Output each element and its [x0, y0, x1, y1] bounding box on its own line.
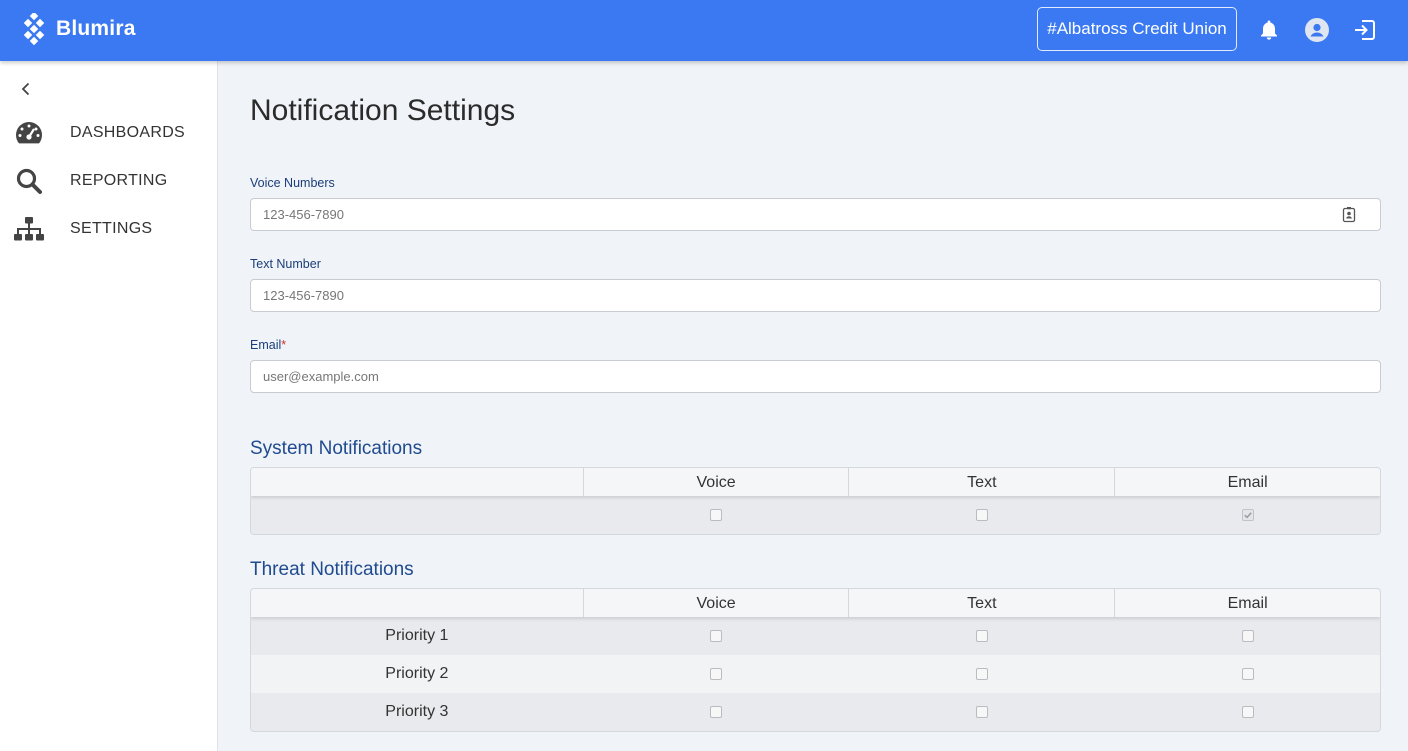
user-avatar-icon[interactable] — [1304, 17, 1330, 43]
row-label: Priority 3 — [385, 703, 449, 720]
email-label-text: Email — [250, 338, 282, 352]
row-label: Priority 1 — [385, 627, 449, 644]
blumira-logo-icon — [23, 13, 45, 45]
system-notifications-table: Voice Text Email — [250, 467, 1381, 535]
app-name: Blumira — [56, 17, 136, 40]
voice-numbers-label: Voice Numbers — [250, 176, 335, 190]
system-voice-checkbox[interactable] — [710, 509, 723, 521]
speedometer-icon — [13, 117, 45, 149]
threat-notifications-title: Threat Notifications — [250, 559, 414, 580]
system-notifications-title: System Notifications — [250, 438, 423, 459]
text-number-label: Text Number — [250, 257, 321, 271]
sidebar-item-reporting[interactable]: REPORTING — [0, 159, 217, 203]
required-marker: * — [281, 338, 287, 352]
sidebar-item-label: REPORTING — [70, 172, 168, 189]
email-input[interactable] — [251, 361, 1380, 392]
priority1-text-checkbox[interactable] — [975, 630, 988, 642]
header-cell-email: Email — [1114, 589, 1380, 617]
email-field — [250, 360, 1381, 393]
header-cell-email: Email — [1114, 468, 1380, 496]
header-cell-voice: Voice — [582, 468, 849, 496]
header-cell-text: Text — [848, 468, 1114, 496]
text-number-field — [250, 279, 1381, 312]
table-header-row: Voice Text Email — [251, 468, 1380, 496]
priority3-text-checkbox[interactable] — [975, 706, 988, 718]
priority2-voice-checkbox[interactable] — [710, 668, 723, 680]
voice-numbers-field — [250, 198, 1381, 231]
priority3-voice-checkbox[interactable] — [710, 706, 723, 718]
bell-icon[interactable] — [1256, 17, 1282, 43]
search-icon — [13, 165, 45, 197]
contact-card-icon[interactable] — [1342, 207, 1356, 223]
collapse-sidebar-icon[interactable] — [16, 79, 36, 99]
row-label — [251, 496, 583, 534]
sidebar-item-label: SETTINGS — [70, 220, 153, 237]
priority1-email-checkbox[interactable] — [1241, 630, 1254, 642]
org-selector-button[interactable]: #Albatross Credit Union — [1037, 7, 1237, 51]
header-cell-voice: Voice — [582, 589, 849, 617]
priority2-email-checkbox[interactable] — [1241, 668, 1254, 680]
logout-icon[interactable] — [1352, 17, 1378, 43]
table-row — [251, 496, 1380, 534]
table-header-row: Voice Text Email — [251, 589, 1380, 617]
blumira-logo[interactable]: Blumira — [22, 13, 136, 45]
header-cell-empty — [251, 468, 583, 496]
top-bar: Blumira #Albatross Credit Union — [0, 0, 1408, 61]
voice-numbers-input[interactable] — [251, 199, 1380, 230]
row-label: Priority 2 — [385, 665, 449, 682]
header-cell-text: Text — [848, 589, 1114, 617]
sidebar-item-settings[interactable]: SETTINGS — [0, 207, 217, 251]
sidebar: DASHBOARDS REPORTING SETTINGS — [0, 61, 218, 751]
main-content: Notification Settings Voice Numbers Text… — [218, 61, 1408, 751]
header-cell-empty — [251, 589, 583, 617]
sitemap-icon — [13, 213, 45, 245]
priority1-voice-checkbox[interactable] — [710, 630, 723, 642]
page-title: Notification Settings — [250, 94, 516, 127]
priority3-email-checkbox[interactable] — [1241, 706, 1254, 718]
sidebar-item-label: DASHBOARDS — [70, 124, 186, 141]
sidebar-item-dashboards[interactable]: DASHBOARDS — [0, 111, 217, 155]
table-row: Priority 1 — [251, 617, 1380, 655]
table-row: Priority 2 — [251, 655, 1380, 693]
threat-notifications-table: Voice Text Email Priority 1 Priority 2 P… — [250, 588, 1381, 732]
system-email-checkbox[interactable] — [1241, 509, 1254, 521]
checkmark-icon — [1243, 512, 1252, 519]
system-text-checkbox[interactable] — [975, 509, 988, 521]
email-label: Email* — [250, 338, 286, 352]
priority2-text-checkbox[interactable] — [975, 668, 988, 680]
table-row: Priority 3 — [251, 693, 1380, 731]
text-number-input[interactable] — [251, 280, 1380, 311]
